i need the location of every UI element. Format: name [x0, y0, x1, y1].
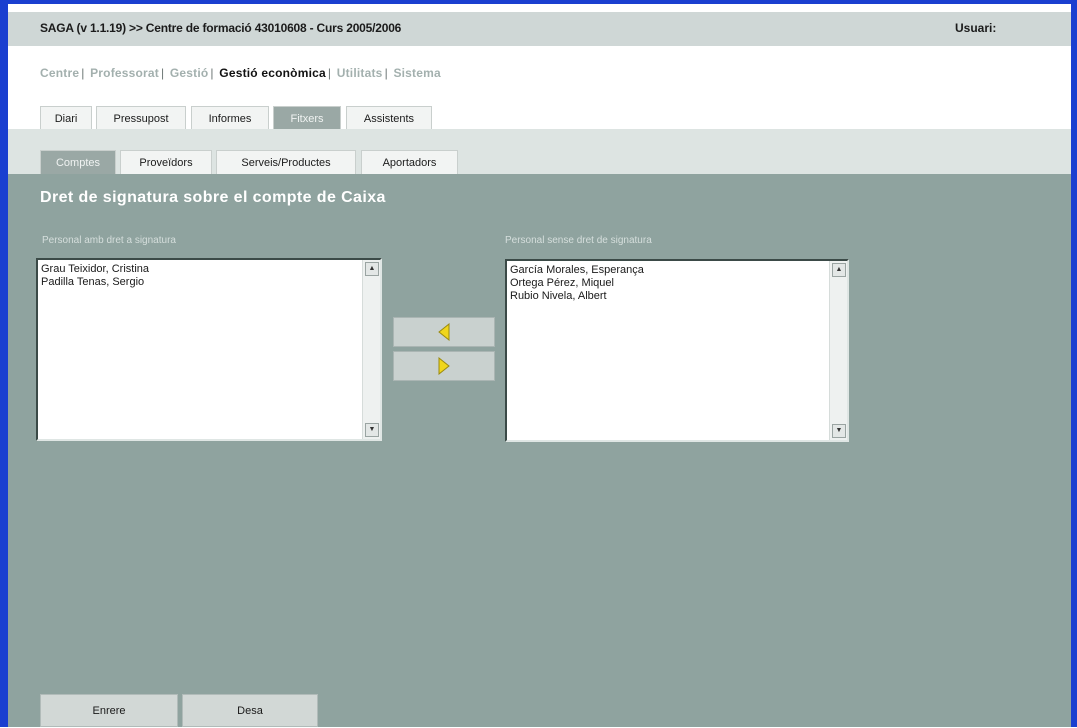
arrow-right-icon — [438, 356, 450, 376]
tab-informes[interactable]: Informes — [191, 106, 269, 130]
menu-item-gestio[interactable]: Gestió — [170, 66, 209, 80]
window-top-border — [0, 0, 1077, 4]
user-label: Usuari: — [955, 21, 997, 35]
scrollbar[interactable]: ▲ ▼ — [362, 260, 380, 439]
scroll-up-icon[interactable]: ▲ — [832, 263, 846, 277]
list-item[interactable]: Ortega Pérez, Miquel — [510, 277, 644, 290]
window-right-border — [1071, 0, 1077, 727]
arrow-left-icon — [438, 322, 450, 342]
non-signers-listbox[interactable]: García Morales, Esperança Ortega Pérez, … — [505, 259, 849, 442]
menu-item-professorat[interactable]: Professorat — [90, 66, 159, 80]
title-bar: SAGA (v 1.1.19) >> Centre de formació 43… — [8, 12, 1071, 46]
main-menu: Centre | Professorat | Gestió | Gestió econ… — [40, 66, 441, 80]
list-item[interactable]: Rubio Nivela, Albert — [510, 290, 644, 303]
scroll-up-icon[interactable]: ▲ — [365, 262, 379, 276]
list-item[interactable]: Padilla Tenas, Sergio — [41, 276, 149, 289]
left-list-label: Personal amb dret a signatura — [42, 235, 176, 246]
signers-listbox[interactable]: Grau Teixidor, Cristina Padilla Tenas, S… — [36, 258, 382, 441]
list-item[interactable]: Grau Teixidor, Cristina — [41, 263, 149, 276]
tab-fitxers[interactable]: Fitxers — [273, 106, 341, 130]
right-list-label: Personal sense dret de signatura — [505, 235, 652, 246]
move-left-button[interactable] — [393, 317, 495, 347]
back-button[interactable]: Enrere — [40, 694, 178, 727]
tab-aportadors[interactable]: Aportadors — [361, 150, 458, 174]
menu-item-gestio-economica[interactable]: Gestió econòmica — [219, 66, 326, 80]
page-title: Dret de signatura sobre el compte de Cai… — [40, 189, 386, 206]
content-area — [8, 174, 1071, 727]
menu-item-centre[interactable]: Centre — [40, 66, 79, 80]
window-left-border — [0, 0, 8, 727]
app-title: SAGA (v 1.1.19) >> Centre de formació 43… — [40, 21, 402, 35]
tab-serveis-productes[interactable]: Serveis/Productes — [216, 150, 356, 174]
list-item[interactable]: García Morales, Esperança — [510, 264, 644, 277]
signers-items: Grau Teixidor, Cristina Padilla Tenas, S… — [41, 263, 149, 289]
non-signers-items: García Morales, Esperança Ortega Pérez, … — [510, 264, 644, 303]
tab-proveidors[interactable]: Proveïdors — [120, 150, 212, 174]
scroll-down-icon[interactable]: ▼ — [832, 424, 846, 438]
tab-diari[interactable]: Diari — [40, 106, 92, 130]
move-right-button[interactable] — [393, 351, 495, 381]
tab-comptes[interactable]: Comptes — [40, 150, 116, 174]
scrollbar[interactable]: ▲ ▼ — [829, 261, 847, 440]
menu-item-sistema[interactable]: Sistema — [393, 66, 440, 80]
tab-assistents[interactable]: Assistents — [346, 106, 432, 130]
tab-pressupost[interactable]: Pressupost — [96, 106, 186, 130]
scroll-down-icon[interactable]: ▼ — [365, 423, 379, 437]
menu-item-utilitats[interactable]: Utilitats — [337, 66, 383, 80]
save-button[interactable]: Desa — [182, 694, 318, 727]
